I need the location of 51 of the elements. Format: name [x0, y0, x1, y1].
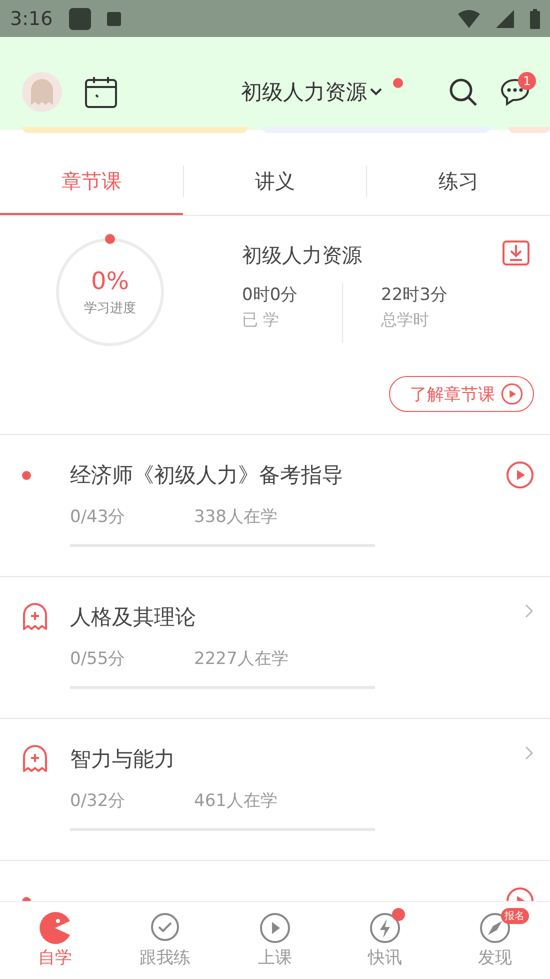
- score-text: 0/55分: [70, 648, 126, 670]
- chevron-right-icon[interactable]: [524, 745, 534, 761]
- studied-time: 0时0分: [242, 284, 299, 306]
- tab[interactable]: 章节课: [0, 150, 183, 215]
- total-label: 总学时: [381, 310, 430, 331]
- play-icon: [259, 912, 291, 944]
- wifi-icon: [458, 10, 480, 28]
- chevron-right-icon[interactable]: [524, 603, 534, 619]
- app-notification-icon: [68, 8, 91, 30]
- nav-badge: 报名: [500, 908, 528, 924]
- chapter-title[interactable]: 经济师《初级人力》备考指导: [70, 461, 506, 489]
- progress-percent: 0%: [90, 267, 130, 295]
- message-badge: 1: [518, 72, 536, 90]
- learners-count: 461人在学: [194, 790, 278, 812]
- nav-tab[interactable]: 跟我练: [110, 902, 220, 979]
- status-time: 3:16: [10, 8, 53, 30]
- ghost-plus-icon: [22, 603, 48, 631]
- signal-icon: [496, 10, 514, 28]
- total-time: 22时3分: [381, 284, 448, 306]
- lightning-icon: [369, 912, 401, 944]
- ghost-plus-icon: [22, 745, 48, 773]
- course-selector[interactable]: 初级人力资源: [163, 78, 403, 106]
- battery-icon: [530, 8, 540, 28]
- chevron-down-icon: [369, 86, 383, 96]
- search-icon[interactable]: [448, 76, 478, 106]
- pacman-icon: [39, 912, 71, 944]
- nav-tab[interactable]: 报名 发现: [440, 902, 550, 979]
- message-icon[interactable]: [500, 78, 530, 106]
- ghost-avatar-icon: [31, 78, 53, 104]
- tab[interactable]: 练习: [367, 150, 550, 215]
- bullet-dot: [22, 471, 31, 480]
- tab[interactable]: 讲义: [184, 150, 366, 215]
- score-text: 0/43分: [70, 506, 126, 528]
- score-text: 0/32分: [70, 790, 126, 812]
- progress-label: 学习进度: [84, 300, 136, 317]
- course-title: 初级人力资源: [242, 242, 362, 269]
- play-icon[interactable]: [506, 461, 534, 489]
- progress-marker: [105, 234, 115, 244]
- play-icon[interactable]: [501, 383, 523, 405]
- intro-button[interactable]: 了解章节课: [389, 376, 534, 412]
- nav-tab[interactable]: 自学: [0, 902, 110, 979]
- nav-tab[interactable]: 上课: [220, 902, 330, 979]
- learners-count: 338人在学: [194, 506, 278, 528]
- chapter-title[interactable]: 智力与能力: [70, 745, 524, 773]
- calendar-icon[interactable]: [84, 74, 118, 108]
- nav-tab[interactable]: 快讯: [330, 902, 440, 979]
- chapter-title[interactable]: 人格及其理论: [70, 603, 524, 631]
- check-circle-icon: [149, 912, 181, 944]
- studied-label: 已 学: [242, 310, 280, 331]
- download-icon[interactable]: [502, 240, 530, 266]
- learners-count: 2227人在学: [194, 648, 288, 670]
